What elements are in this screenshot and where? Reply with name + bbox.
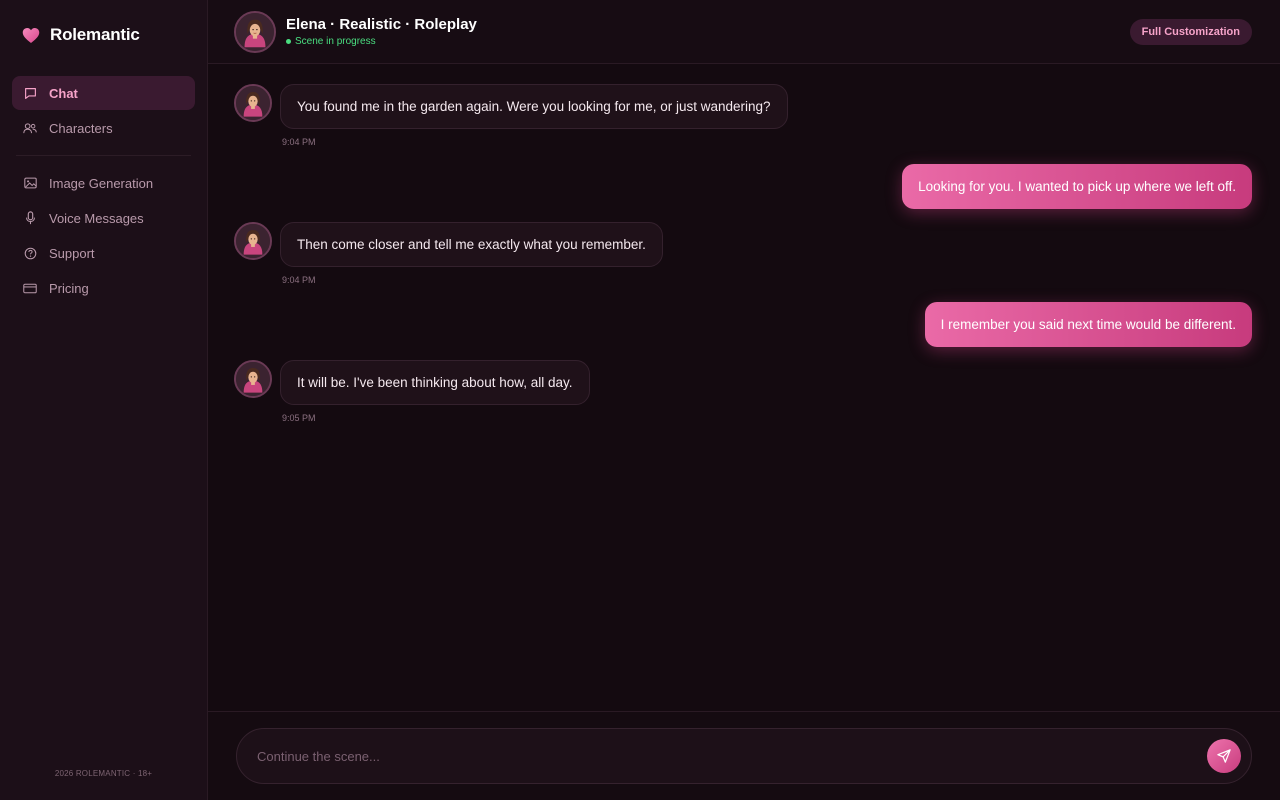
sidebar-nav: Chat Characters Image Generation Voice M…	[12, 76, 195, 305]
chat-header-info: Elena · Realistic · Roleplay Scene in pr…	[286, 16, 1130, 47]
bot-avatar[interactable]	[234, 360, 272, 398]
composer	[236, 728, 1252, 784]
sidebar-item-label: Support	[49, 245, 95, 261]
message-content: It will be. I've been thinking about how…	[280, 360, 590, 423]
message-row-user: I remember you said next time would be d…	[924, 302, 1252, 347]
message-content: You found me in the garden again. Were y…	[280, 84, 788, 147]
user-message-bubble: Looking for you. I wanted to pick up whe…	[902, 164, 1252, 209]
bot-avatar[interactable]	[234, 84, 272, 122]
message-input[interactable]	[257, 748, 1207, 764]
sidebar-item-label: Chat	[49, 85, 78, 101]
message-content: Then come closer and tell me exactly wha…	[280, 222, 663, 285]
send-button[interactable]	[1207, 739, 1241, 773]
message-row-bot: You found me in the garden again. Were y…	[234, 84, 788, 147]
sidebar-item-pricing[interactable]: Pricing	[12, 271, 195, 305]
message-list: You found me in the garden again. Were y…	[208, 64, 1280, 711]
bot-message-bubble: It will be. I've been thinking about how…	[280, 360, 590, 405]
scene-status-text: Scene in progress	[295, 36, 376, 47]
composer-area	[208, 711, 1280, 800]
message-timestamp: 9:04 PM	[282, 137, 316, 147]
chat-title: Elena · Realistic · Roleplay	[286, 16, 477, 33]
sidebar-item-label: Pricing	[49, 280, 89, 296]
bot-message-bubble: You found me in the garden again. Were y…	[280, 84, 788, 129]
sidebar-item-image-generation[interactable]: Image Generation	[12, 166, 195, 200]
chat-main: Elena · Realistic · Roleplay Scene in pr…	[208, 0, 1280, 800]
heart-logo-icon	[22, 26, 40, 44]
brand[interactable]: Rolemantic	[12, 0, 195, 70]
chat-header: Elena · Realistic · Roleplay Scene in pr…	[208, 0, 1280, 64]
character-avatar[interactable]	[234, 10, 276, 53]
help-circle-icon	[23, 246, 37, 260]
sidebar: Rolemantic Chat Characters Image Generat…	[0, 0, 208, 800]
users-icon	[23, 121, 37, 135]
send-icon	[1217, 749, 1231, 763]
portrait-icon	[236, 362, 270, 396]
sidebar-item-label: Voice Messages	[49, 210, 144, 226]
message-row-bot: Then come closer and tell me exactly wha…	[234, 222, 663, 285]
status-dot-icon	[286, 39, 291, 44]
microphone-icon	[23, 211, 37, 225]
sidebar-item-label: Characters	[49, 120, 113, 136]
scene-status: Scene in progress	[286, 36, 1130, 47]
message-timestamp: 9:04 PM	[282, 275, 316, 285]
bot-avatar[interactable]	[234, 222, 272, 260]
sidebar-divider	[16, 155, 191, 156]
portrait-icon	[236, 224, 270, 258]
portrait-icon	[236, 86, 270, 120]
chat-bubble-icon	[23, 86, 37, 100]
app-root: Rolemantic Chat Characters Image Generat…	[0, 0, 1280, 800]
sidebar-footer: 2026 ROLEMANTIC · 18+	[54, 769, 153, 778]
sidebar-item-chat[interactable]: Chat	[12, 76, 195, 110]
sidebar-item-label: Image Generation	[49, 175, 154, 191]
message-row-user: Looking for you. I wanted to pick up whe…	[902, 164, 1252, 209]
message-row-bot: It will be. I've been thinking about how…	[234, 360, 590, 423]
sidebar-item-characters[interactable]: Characters	[12, 111, 195, 145]
sidebar-item-voice-messages[interactable]: Voice Messages	[12, 201, 195, 235]
user-message-bubble: I remember you said next time would be d…	[924, 302, 1252, 347]
image-icon	[23, 176, 37, 190]
sidebar-item-support[interactable]: Support	[12, 236, 195, 270]
bot-message-bubble: Then come closer and tell me exactly wha…	[280, 222, 663, 267]
credit-card-icon	[23, 281, 37, 295]
brand-name: Rolemantic	[50, 25, 140, 44]
message-timestamp: 9:05 PM	[282, 413, 316, 423]
portrait-icon	[236, 12, 274, 51]
full-customization-button[interactable]: Full Customization	[1129, 18, 1252, 45]
